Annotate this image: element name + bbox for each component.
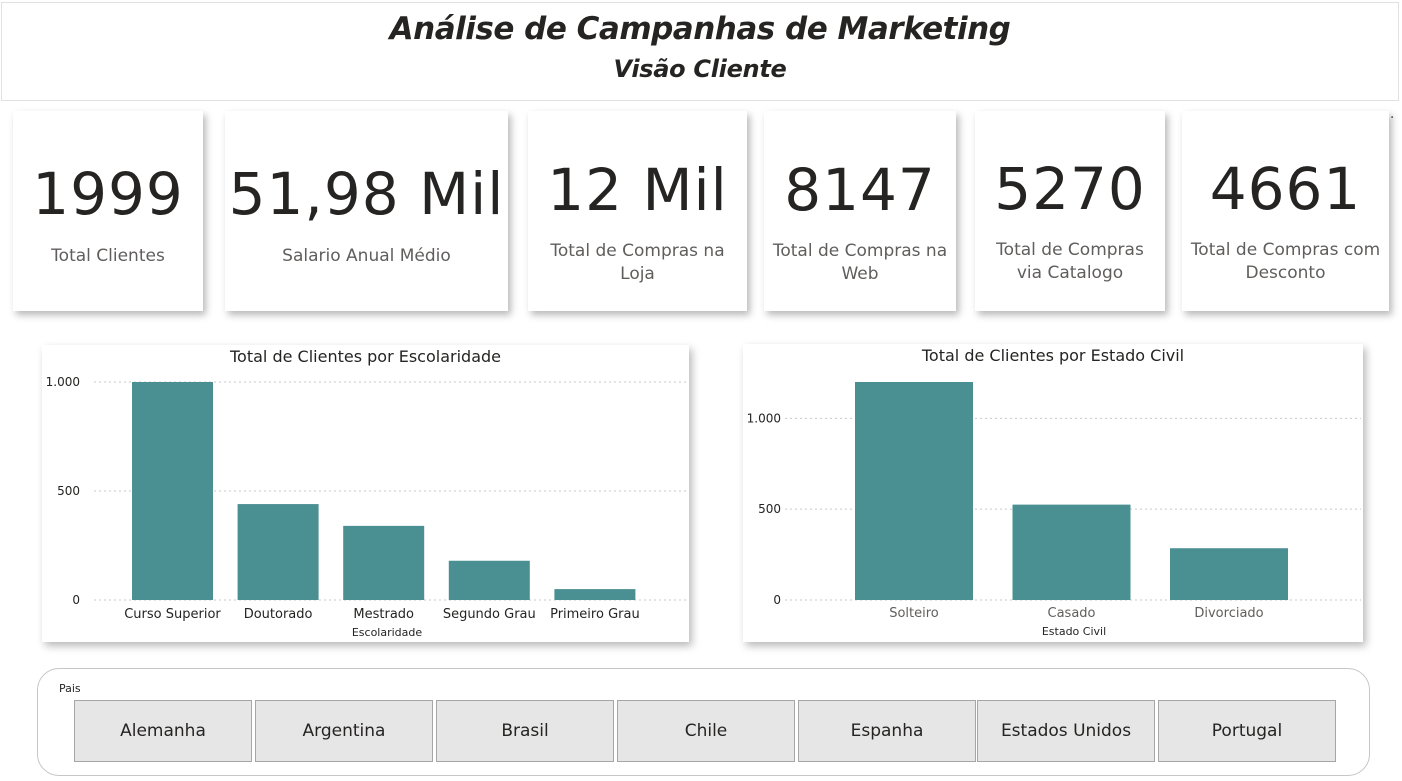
kpi-value: 12 Mil (547, 156, 728, 224)
y-tick-label: 0 (773, 593, 781, 607)
kpi-card-salario-anual-medio[interactable]: 51,98 Mil Salario Anual Médio (225, 111, 508, 311)
report-header: Análise de Campanhas de Marketing Visão … (1, 2, 1399, 101)
x-category-label: Mestrado (353, 607, 414, 622)
y-tick-label: 0 (72, 593, 80, 607)
slicer-option-estados-unidos[interactable]: Estados Unidos (977, 700, 1155, 762)
bar-chart-svg: 0 500 1.000 Solteiro Casado Divorciado Estado … (747, 382, 1361, 638)
y-tick-label: 1.000 (46, 375, 80, 389)
kpi-card-total-clientes[interactable]: 1999 Total Clientes (13, 111, 203, 311)
bar-primeiro-grau[interactable] (554, 589, 636, 600)
bar-segundo-grau[interactable] (448, 560, 530, 600)
bar-curso-superior[interactable] (132, 382, 213, 600)
chart-escolaridade[interactable]: Total de Clientes por Escolaridade 0 500 1… (42, 345, 689, 642)
kpi-card-compras-catalogo[interactable]: 5270 Total de Compras via Catalogo (975, 111, 1165, 311)
country-slicer: Pais Alemanha Argentina Brasil Chile Espanha… (37, 668, 1370, 776)
slicer-label: Pais (59, 682, 81, 695)
slicer-option-chile[interactable]: Chile (617, 700, 795, 762)
x-category-label: Segundo Grau (443, 607, 536, 622)
kpi-label: Total Clientes (51, 246, 165, 266)
kpi-label: Total de Compras via Catalogo (996, 240, 1144, 283)
x-category-label: Curso Superior (124, 607, 221, 622)
x-axis-title: Estado Civil (1042, 625, 1106, 638)
bar-chart-svg: 0 500 1.000 Curso Superior Doutorado Mestrado… (46, 375, 688, 639)
kpi-label: Total de Compras com Desconto (1190, 240, 1381, 283)
kpi-value: 5270 (994, 155, 1146, 223)
slicer-option-argentina[interactable]: Argentina (255, 700, 433, 762)
x-category-label: Casado (1048, 606, 1096, 621)
bar-solteiro[interactable] (855, 382, 973, 600)
kpi-label: Total de Compras na Web (772, 241, 948, 284)
y-tick-label: 1.000 (747, 411, 781, 425)
kpi-card-compras-desconto[interactable]: 4661 Total de Compras com Desconto (1182, 111, 1389, 311)
kpi-card-compras-loja[interactable]: 12 Mil Total de Compras na Loja (528, 111, 747, 311)
slicer-option-brasil[interactable]: Brasil (436, 700, 614, 762)
x-category-label: Divorciado (1194, 606, 1263, 621)
bar-divorciado[interactable] (1170, 548, 1288, 600)
kpi-value: 51,98 Mil (228, 160, 505, 228)
bar-doutorado[interactable] (237, 504, 319, 600)
bar-casado[interactable] (1012, 504, 1131, 600)
kpi-card-compras-web[interactable]: 8147 Total de Compras na Web (764, 111, 956, 311)
y-tick-label: 500 (758, 502, 781, 516)
x-axis-title: Escolaridade (352, 626, 423, 639)
bar-mestrado[interactable] (343, 525, 425, 600)
y-tick-label: 500 (57, 484, 80, 498)
report-title: Análise de Campanhas de Marketing (389, 11, 1011, 47)
x-category-label: Solteiro (889, 606, 939, 621)
kpi-value: 8147 (784, 156, 936, 224)
kpi-label: Salario Anual Médio (282, 246, 451, 266)
slicer-option-espanha[interactable]: Espanha (798, 700, 976, 762)
slicer-option-portugal[interactable]: Portugal (1158, 700, 1336, 762)
kpi-label: Total de Compras na Loja (550, 241, 725, 284)
kpi-value: 1999 (32, 160, 184, 228)
chart-estado-civil[interactable]: Total de Clientes por Estado Civil 0 500 1… (743, 344, 1363, 642)
kpi-value: 4661 (1209, 155, 1362, 223)
x-category-label: Primeiro Grau (550, 607, 640, 622)
report-subtitle: Visão Cliente (613, 55, 787, 83)
x-category-label: Doutorado (244, 607, 313, 622)
slicer-option-alemanha[interactable]: Alemanha (74, 700, 252, 762)
